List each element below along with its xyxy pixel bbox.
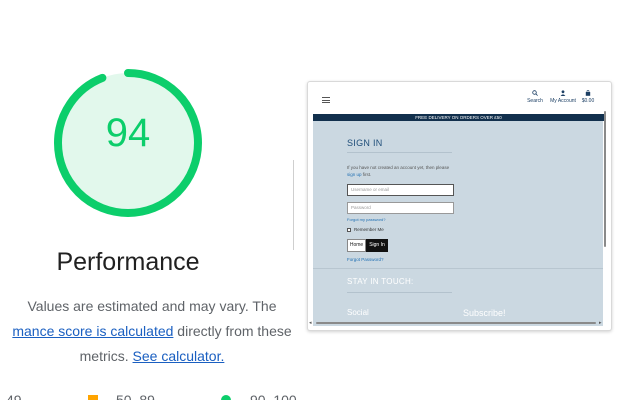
subscribe-heading: Subscribe! — [463, 308, 506, 318]
horizontal-scrollbar — [316, 322, 596, 324]
vertical-scrollbar — [604, 111, 606, 247]
description-text: directly from these — [173, 323, 292, 339]
section-divider — [313, 268, 603, 269]
score-legend: 49 50–89 90–100 — [0, 392, 310, 400]
signup-link: sign up — [347, 172, 362, 177]
calculator-link[interactable]: See calculator. — [133, 348, 225, 364]
search-icon — [532, 90, 538, 96]
score-calculation-link[interactable]: mance score is calculated — [12, 323, 173, 339]
signin-heading: SIGN IN — [347, 138, 383, 148]
stay-underline — [347, 292, 452, 293]
scroll-right-icon: ▸ — [599, 320, 602, 326]
description-text: metrics. — [79, 348, 133, 364]
pass-circle-icon — [221, 395, 231, 400]
bag-total: $0.00 — [581, 98, 595, 104]
hamburger-menu-icon — [322, 97, 330, 103]
site-header: Search My Account $0.00 — [312, 86, 605, 114]
site-account: My Account — [548, 90, 578, 104]
divider — [293, 160, 294, 250]
home-button: Home — [347, 239, 366, 252]
legend-average-range: 50–89 — [116, 392, 155, 400]
delivery-banner: FREE DELIVERY ON ORDERS OVER £50 — [313, 114, 604, 121]
forgot-small-link: Forgot my password? — [347, 217, 386, 222]
description-line-1: Values are estimated and may vary. The — [27, 298, 277, 314]
remember-label: Remember Me — [354, 227, 384, 232]
signin-button: Sign In — [366, 239, 388, 252]
social-heading: Social — [347, 308, 369, 317]
remember-me: Remember Me — [347, 227, 384, 232]
average-square-icon — [88, 395, 98, 400]
scroll-left-icon: ◂ — [309, 320, 312, 326]
description-line-2: mance score is calculated directly from … — [0, 323, 310, 339]
shopping-bag-icon — [585, 90, 591, 96]
forgot-password-link: Forgot Password? — [347, 257, 384, 262]
stay-in-touch-heading: STAY IN TOUCH: — [347, 277, 414, 286]
performance-score: 94 — [105, 111, 151, 155]
screenshot-viewport: Search My Account $0.00 FREE DELIVERY ON… — [312, 86, 605, 326]
account-label: My Account — [550, 98, 576, 104]
site-search: Search — [526, 90, 544, 104]
signin-section: SIGN IN If you have not created an accou… — [313, 121, 603, 326]
info-text: If you have not created an account yet, … — [347, 165, 450, 170]
search-label: Search — [527, 98, 543, 104]
signup-info: If you have not created an account yet, … — [347, 164, 457, 178]
username-field: Username or email — [347, 184, 454, 196]
site-bag: $0.00 — [580, 90, 596, 104]
heading-underline — [347, 152, 452, 153]
description-line-3: metrics. See calculator. — [0, 348, 310, 364]
gauge-title: Performance — [56, 248, 200, 276]
user-icon — [560, 90, 566, 96]
legend-fail-range: 49 — [6, 392, 22, 400]
password-field: Password — [347, 202, 454, 214]
legend-pass-range: 90–100 — [250, 392, 297, 400]
info-end: first. — [362, 172, 372, 177]
checkbox-icon — [347, 227, 351, 232]
final-screenshot-thumbnail[interactable]: Search My Account $0.00 FREE DELIVERY ON… — [307, 81, 612, 331]
performance-gauge: 94 — [52, 67, 204, 219]
